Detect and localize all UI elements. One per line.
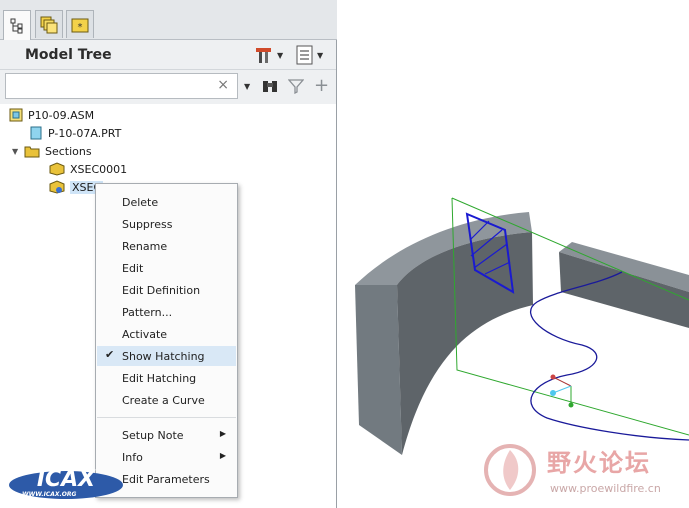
menu-item-edit-hatching[interactable]: Edit Hatching — [97, 368, 236, 388]
menu-item-label: Edit Definition — [122, 283, 201, 297]
part-icon — [30, 126, 42, 140]
menu-item-delete[interactable]: Delete — [97, 192, 236, 212]
menu-item-label: Edit — [122, 261, 144, 275]
tab-model-tree[interactable] — [3, 10, 31, 41]
menu-item-label: Create a Curve — [122, 393, 205, 407]
section-visible-icon — [49, 180, 65, 194]
tree-item-xsec0001[interactable]: XSEC0001 — [49, 160, 127, 178]
model-tree-icon — [10, 18, 23, 34]
submenu-arrow-icon: ▶ — [219, 451, 226, 460]
tools-icon — [256, 48, 271, 63]
menu-item-edit-definition[interactable]: Edit Definition — [97, 280, 236, 300]
chevron-down-icon: ▼ — [317, 50, 324, 60]
menu-item-label: Suppress — [122, 217, 173, 231]
search-history-dropdown[interactable]: ▼ — [244, 82, 250, 91]
tree-item-part[interactable]: P-10-07A.PRT — [29, 124, 121, 142]
menu-item-rename[interactable]: Rename — [97, 236, 236, 256]
layers-icon — [40, 16, 58, 33]
csys-point-icon — [550, 390, 556, 396]
menu-item-label: Edit Hatching — [122, 371, 197, 385]
context-menu: Delete Suppress Rename Edit Edit Definit… — [95, 183, 238, 498]
menu-item-label: Setup Note — [122, 428, 184, 442]
settings-dropdown-button[interactable]: ▼ — [254, 44, 283, 66]
menu-item-activate[interactable]: Activate — [97, 324, 236, 344]
sections-folder-icon — [24, 146, 40, 158]
menu-item-label: Rename — [122, 239, 168, 253]
logo-text: ICAX — [37, 467, 96, 492]
forum-name: 野火论坛 — [547, 449, 651, 477]
list-icon — [296, 45, 313, 65]
icax-watermark-logo: ICAX WWW.ICAX.ORG — [8, 458, 126, 502]
tree-item-label: P-10-07A.PRT — [48, 126, 122, 140]
model-viewport — [355, 197, 689, 455]
svg-text:*: * — [78, 22, 83, 33]
chevron-down-icon[interactable]: ▼ — [12, 147, 24, 156]
panel-title: Model Tree — [25, 47, 112, 63]
app-window: * Model Tree ▼ ▼ × ▼ + P10-09.ASM P-10-0… — [0, 0, 689, 508]
tree-item-label: Sections — [45, 144, 92, 158]
csys-axis-line — [552, 376, 572, 387]
tree-item-sections[interactable]: ▼ Sections — [12, 142, 92, 160]
chevron-down-icon: ▼ — [277, 50, 284, 60]
logo-caption: WWW.ICAX.ORG — [22, 491, 77, 498]
filter-icon[interactable] — [288, 78, 304, 94]
checkmark-icon: ✔ — [105, 348, 115, 361]
assembly-icon — [9, 108, 23, 122]
search-box: × — [5, 73, 238, 99]
forum-watermark: 野火论坛 www.proewildfire.cn — [480, 440, 689, 502]
favorites-folder-icon: * — [71, 18, 89, 33]
tree-item-assembly[interactable]: P10-09.ASM — [9, 106, 94, 124]
menu-item-suppress[interactable]: Suppress — [97, 214, 236, 234]
add-plus-icon[interactable]: + — [314, 75, 329, 96]
menu-item-label: Edit Parameters — [122, 472, 210, 486]
panel-header: Model Tree ▼ ▼ — [0, 40, 336, 70]
find-binoculars-icon[interactable] — [261, 78, 279, 94]
forum-url: www.proewildfire.cn — [550, 482, 661, 495]
menu-separator — [97, 417, 236, 418]
section-icon — [49, 162, 65, 176]
menu-item-edit[interactable]: Edit — [97, 258, 236, 278]
submenu-arrow-icon: ▶ — [219, 429, 226, 438]
menu-item-label: Delete — [122, 195, 159, 209]
csys-origin-icon — [550, 374, 556, 380]
flame-logo-icon — [484, 444, 536, 496]
menu-item-setup-note[interactable]: Setup Note ▶ — [97, 425, 236, 445]
tree-item-label: P10-09.ASM — [28, 108, 95, 122]
search-row: × ▼ + — [0, 70, 336, 104]
show-options-dropdown-button[interactable]: ▼ — [296, 44, 323, 66]
tab-layers[interactable] — [35, 10, 63, 38]
menu-item-label: Show Hatching — [122, 349, 205, 363]
search-input[interactable] — [9, 77, 209, 95]
graphics-area[interactable] — [337, 0, 689, 508]
csys-point-icon — [568, 402, 574, 408]
menu-item-label: Pattern... — [122, 305, 173, 319]
menu-item-show-hatching[interactable]: ✔ Show Hatching — [97, 346, 236, 366]
menu-item-pattern[interactable]: Pattern... — [97, 302, 236, 322]
tab-favorites[interactable]: * — [66, 10, 94, 38]
curved-block-front — [355, 285, 402, 455]
menu-item-create-curve[interactable]: Create a Curve — [97, 390, 236, 410]
navigator-tab-strip: * — [0, 0, 337, 41]
clear-search-icon[interactable]: × — [217, 77, 229, 93]
menu-item-label: Activate — [122, 327, 168, 341]
tree-item-label: XSEC0001 — [70, 162, 128, 176]
